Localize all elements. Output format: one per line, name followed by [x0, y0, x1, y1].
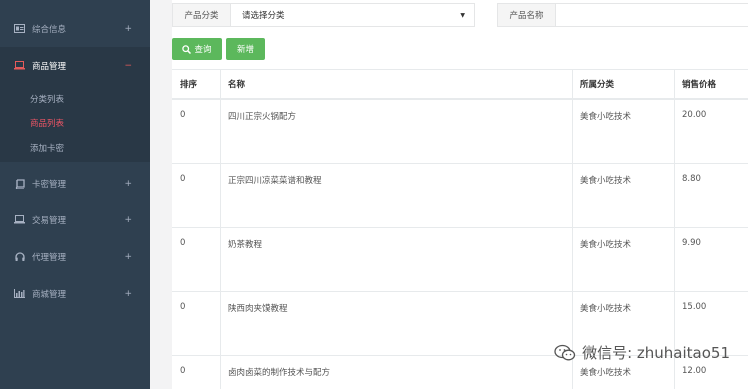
cell-name: 卤肉卤菜的制作技术与配方	[228, 368, 331, 378]
cell-price: 9.90	[682, 238, 701, 248]
collapse-icon: −	[124, 60, 132, 71]
sidebar-subitem-product-list[interactable]: 商品列表	[30, 117, 64, 129]
cell-category: 美食小吃技术	[580, 240, 632, 250]
sidebar: 综合信息 + 商品管理 − 分类列表 商品列表 添加卡密 卡密管理 + 交易管理…	[0, 0, 150, 389]
sidebar-item-cards[interactable]: 卡密管理 +	[0, 165, 150, 202]
cell-sort: 0	[180, 302, 186, 312]
cell-sort: 0	[180, 174, 186, 184]
product-table: 排序 名称 所属分类 销售价格 0 四川正宗火锅配方 美食小吃技术 20.00 …	[172, 69, 748, 389]
name-filter-label: 产品名称	[498, 4, 556, 26]
cell-sort: 0	[180, 366, 186, 376]
sidebar-item-mall[interactable]: 商城管理 +	[0, 275, 150, 312]
table-row[interactable]: 0 四川正宗火锅配方 美食小吃技术 20.00	[172, 100, 748, 164]
cell-category: 美食小吃技术	[580, 112, 632, 122]
monitor-icon	[14, 214, 25, 225]
table-row[interactable]: 0 正宗四川凉菜菜谱和教程 美食小吃技术 8.80	[172, 164, 748, 228]
category-select-value[interactable]: 请选择分类	[231, 9, 460, 21]
caret-down-icon: ▼	[460, 11, 465, 19]
search-button-label: 查询	[194, 45, 212, 55]
cell-name: 正宗四川凉菜菜谱和教程	[228, 176, 322, 186]
sidebar-item-label: 商品管理	[32, 61, 67, 72]
cell-price: 20.00	[682, 110, 707, 120]
add-button[interactable]: 新增	[226, 38, 265, 60]
column-header-name[interactable]: 名称	[228, 70, 245, 98]
expand-icon: +	[124, 214, 132, 225]
wechat-watermark: 微信号: zhuhaitao51	[554, 342, 730, 363]
watermark-text: 微信号: zhuhaitao51	[582, 344, 730, 362]
column-header-category[interactable]: 所属分类	[580, 70, 614, 98]
cell-category: 美食小吃技术	[580, 368, 632, 378]
book-icon	[14, 178, 25, 189]
laptop-icon	[14, 60, 25, 71]
add-button-label: 新增	[236, 45, 254, 55]
sidebar-item-label: 交易管理	[32, 215, 67, 226]
cell-sort: 0	[180, 238, 186, 248]
cell-price: 8.80	[682, 174, 701, 184]
cell-name: 四川正宗火锅配方	[228, 112, 297, 122]
cell-name: 奶茶教程	[228, 240, 263, 250]
wechat-icon	[554, 344, 576, 360]
search-icon	[182, 44, 192, 54]
table-row[interactable]: 0 奶茶教程 美食小吃技术 9.90	[172, 228, 748, 292]
search-button[interactable]: 查询	[172, 38, 222, 60]
sidebar-item-products[interactable]: 商品管理 −	[0, 47, 150, 84]
sidebar-item-label: 卡密管理	[32, 179, 67, 190]
expand-icon: +	[124, 288, 132, 299]
sidebar-subitem-add-card[interactable]: 添加卡密	[30, 142, 64, 154]
cell-category: 美食小吃技术	[580, 304, 632, 314]
sidebar-item-transactions[interactable]: 交易管理 +	[0, 201, 150, 238]
sidebar-subitem-category-list[interactable]: 分类列表	[30, 93, 64, 105]
sidebar-item-label: 商城管理	[32, 289, 67, 300]
category-filter[interactable]: 产品分类 请选择分类 ▼	[172, 3, 475, 27]
column-header-sort[interactable]: 排序	[180, 70, 197, 98]
cell-name: 陕西肉夹馍教程	[228, 304, 288, 314]
cell-category: 美食小吃技术	[580, 176, 632, 186]
sidebar-item-agents[interactable]: 代理管理 +	[0, 238, 150, 275]
sidebar-item-overview[interactable]: 综合信息 +	[0, 10, 150, 47]
column-header-price[interactable]: 销售价格	[682, 70, 716, 98]
sidebar-submenu: 分类列表 商品列表 添加卡密	[0, 84, 150, 162]
sidebar-item-label: 代理管理	[32, 252, 67, 263]
sidebar-item-label: 综合信息	[32, 24, 67, 35]
cell-price: 12.00	[682, 366, 707, 376]
cell-price: 15.00	[682, 302, 707, 312]
expand-icon: +	[124, 178, 132, 189]
headphones-icon	[14, 251, 25, 262]
id-card-icon	[14, 23, 25, 34]
name-filter[interactable]: 产品名称	[497, 3, 748, 27]
bar-chart-icon	[14, 288, 25, 299]
main-content: 产品分类 请选择分类 ▼ 产品名称 查询 新增 排序 名称 所属分类 销售价格 …	[150, 0, 748, 389]
expand-icon: +	[124, 23, 132, 34]
content-gutter	[150, 0, 172, 389]
expand-icon: +	[124, 251, 132, 262]
category-filter-label: 产品分类	[173, 4, 231, 26]
cell-sort: 0	[180, 110, 186, 120]
table-header: 排序 名称 所属分类 销售价格	[172, 70, 748, 100]
